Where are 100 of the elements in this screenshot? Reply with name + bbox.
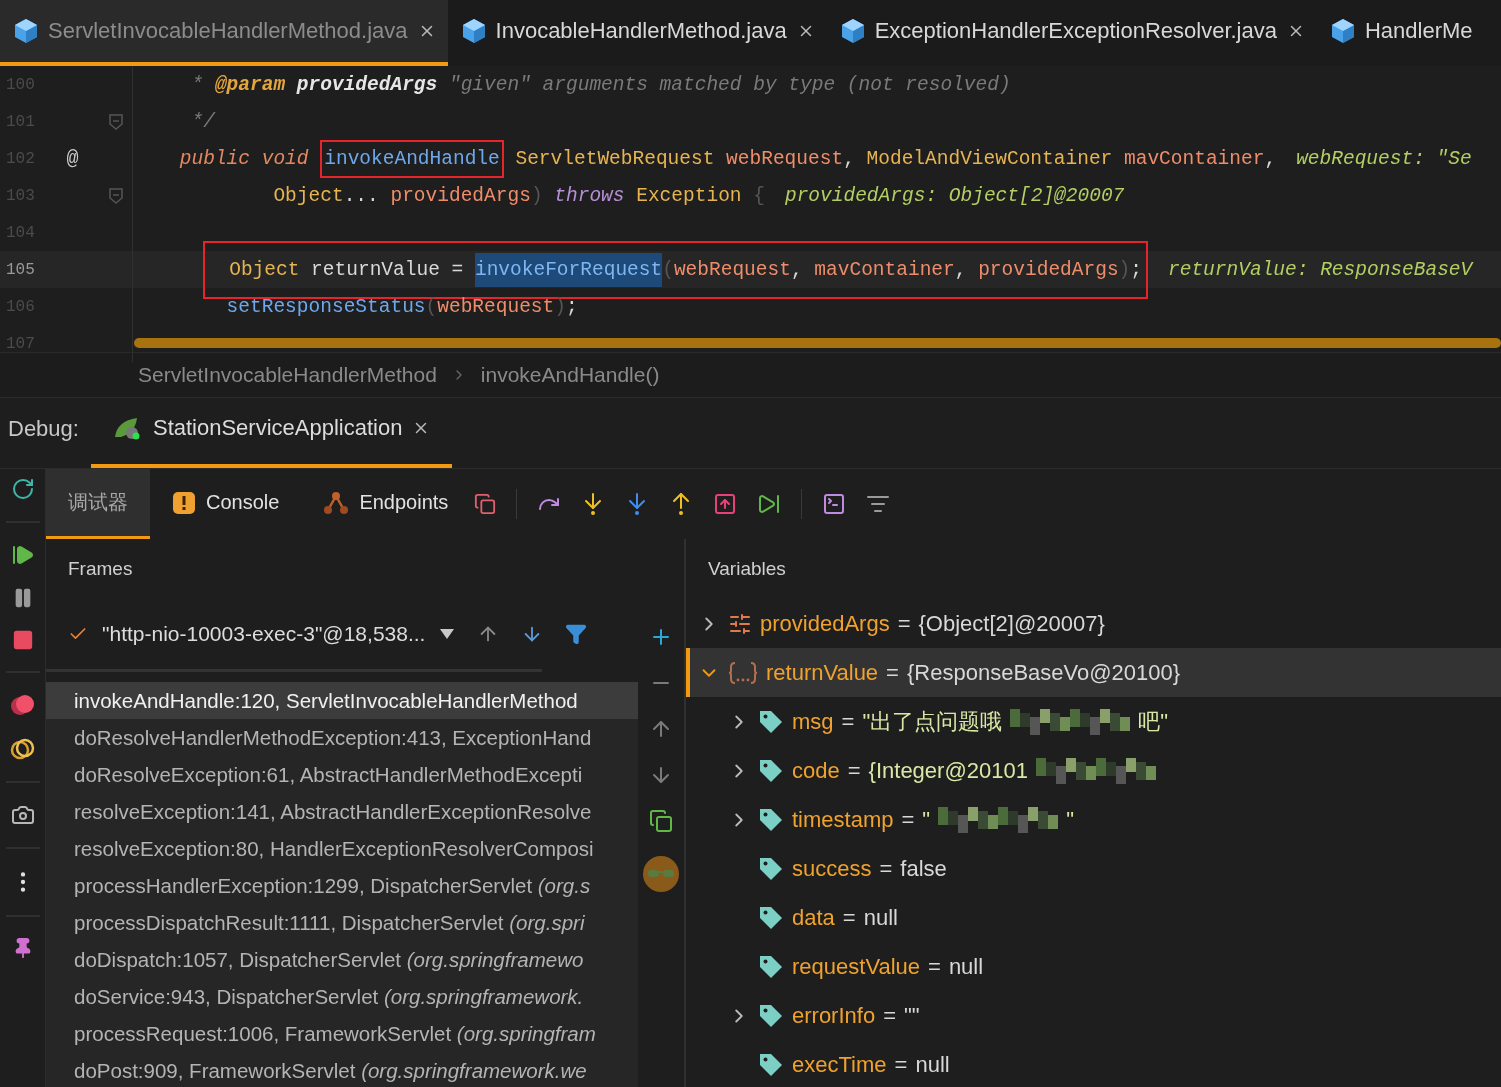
variable-value: 吧" — [1138, 707, 1169, 736]
stack-frame[interactable]: doService:943, DispatcherServlet (org.springframework. — [46, 978, 638, 1015]
variable-name: data — [792, 904, 835, 931]
variable-row[interactable]: code = {Integer@20101 — [686, 746, 1501, 795]
variable-row[interactable]: msg = "出了点问题哦 吧" — [686, 697, 1501, 746]
dropdown-icon[interactable] — [439, 628, 456, 640]
variable-value: " — [922, 806, 931, 833]
tag-icon — [758, 1002, 784, 1029]
equals-sign: = — [842, 904, 856, 931]
override-marker[interactable]: @ — [66, 147, 79, 170]
braces-icon — [728, 660, 758, 685]
variable-row[interactable]: requestValue = null — [686, 942, 1501, 991]
tool-tab[interactable]: Endpoints — [301, 469, 471, 539]
code-token: , — [1264, 147, 1277, 170]
tag-icon — [758, 806, 784, 833]
code-token: ; — [1130, 258, 1142, 281]
stack-frame[interactable]: doResolveException:61, AbstractHandlerMethodExcepti — [46, 756, 638, 793]
tool-tab-label: Console — [206, 491, 280, 514]
thread-selector[interactable]: "http-nio-10003-exec-3"@18,538... — [102, 622, 426, 646]
stack-frame[interactable]: doPost:909, FrameworkServlet (org.springframework.we — [46, 1052, 638, 1087]
code-token: ) — [1118, 258, 1131, 281]
equals-sign: = — [847, 757, 861, 784]
stack-frame[interactable]: invokeAndHandle:120, ServletInvocableHandlerMethod — [46, 682, 638, 719]
code-token: , — [843, 147, 856, 170]
variable-name: returnValue — [766, 659, 879, 686]
stack-frame[interactable]: resolveException:80, HandlerExceptionResolverComposi — [46, 830, 638, 867]
breadcrumb-item[interactable]: ServletInvocableHandlerMethod — [138, 363, 437, 387]
tag-icon — [758, 904, 784, 931]
variable-row[interactable]: errorInfo = "" — [686, 991, 1501, 1040]
code-token: * — [191, 73, 205, 96]
code-token: providedArgs — [390, 184, 531, 207]
layout-icon[interactable] — [474, 493, 497, 515]
camera-icon[interactable] — [10, 803, 35, 827]
code-token: ( — [662, 258, 674, 281]
variable-value: {Object[2]@20007} — [918, 610, 1105, 637]
stack-frame[interactable]: resolveException:141, AbstractHandlerExceptionResolve — [46, 793, 638, 830]
tag-icon — [758, 757, 784, 784]
resume-icon[interactable] — [10, 543, 35, 567]
stack-frame[interactable]: processRequest:1006, FrameworkServlet (org.springfram — [46, 1015, 638, 1052]
variable-value: null — [863, 904, 898, 931]
code-token: ( — [425, 295, 438, 318]
code-token: setResponseStatus — [226, 295, 426, 318]
rerun-icon[interactable] — [10, 477, 35, 501]
glasses-icon[interactable] — [642, 855, 680, 893]
variable-row[interactable]: success = false — [686, 844, 1501, 893]
variable-row[interactable]: timestamp = " " — [686, 795, 1501, 844]
code-token: ModelAndViewContainer — [866, 147, 1114, 170]
editor-tab[interactable]: HandlerMe — [1316, 0, 1485, 66]
equals-sign: = — [841, 708, 855, 735]
code-token: */ — [191, 110, 215, 133]
variable-name: msg — [792, 708, 834, 735]
equals-sign: = — [894, 1051, 908, 1078]
code-token: ServletWebRequest — [514, 147, 716, 170]
tool-tab[interactable]: Console — [150, 469, 302, 539]
filter-icon[interactable] — [565, 623, 588, 645]
stack-frame[interactable]: doResolveHandlerMethodException:413, ExceptionHand — [46, 719, 638, 756]
editor-tab[interactable]: InvocableHandlerMethod.java — [447, 0, 827, 66]
breakpoints-icon[interactable] — [9, 693, 36, 717]
drop-frame-icon[interactable] — [713, 492, 738, 516]
selected-code-token: invokeForRequest — [474, 252, 663, 287]
stack-frame[interactable]: doDispatch:1057, DispatcherServlet (org.springframewo — [46, 941, 638, 978]
variable-row[interactable]: data = null — [686, 893, 1501, 942]
editor-tab[interactable]: ExceptionHandlerExceptionResolver.java — [826, 0, 1317, 66]
variable-name: success — [792, 855, 872, 882]
copy-icon[interactable] — [649, 809, 673, 833]
pane-title: Frames — [67, 557, 134, 581]
tool-tab[interactable]: 调试器 — [46, 469, 150, 539]
code-token: ) — [554, 295, 566, 318]
nodes-icon — [323, 490, 350, 515]
variable-value: "" — [904, 1002, 920, 1029]
evaluate-icon[interactable] — [822, 492, 847, 516]
code-token: throws — [554, 184, 626, 207]
run-to-cursor-icon[interactable] — [757, 492, 782, 516]
variable-row[interactable]: returnValue = {ResponseBaseVo@20100} — [686, 648, 1501, 697]
java-file-icon — [14, 18, 38, 44]
stop-icon[interactable] — [11, 629, 34, 651]
sliders-icon — [728, 611, 752, 636]
tag-icon — [758, 953, 784, 980]
equals-sign: = — [897, 610, 911, 637]
stack-frame[interactable]: processDispatchResult:1111, DispatcherServlet (org.spri — [46, 904, 638, 941]
mute-breakpoints-icon[interactable] — [9, 737, 36, 761]
equals-sign: = — [879, 855, 893, 882]
equals-sign: = — [883, 1002, 896, 1029]
session-tab[interactable]: StationServiceApplication — [90, 412, 453, 468]
pane-title: Variables — [707, 557, 787, 581]
stack-frame[interactable]: processHandlerException:1299, DispatcherServlet (org.s — [46, 867, 638, 904]
variable-row[interactable]: providedArgs = {Object[2]@20007} — [686, 599, 1501, 648]
variable-value: null — [915, 1051, 950, 1078]
code-token: Object — [229, 258, 300, 281]
tab-label: InvocableHandlerMethod.java — [495, 18, 787, 44]
breadcrumb-item[interactable]: invokeAndHandle() — [480, 363, 660, 387]
code-token: , — [954, 258, 968, 281]
variable-row[interactable]: execTime = null — [686, 1040, 1501, 1087]
tag-icon — [758, 1051, 784, 1078]
code-token: mavContainer — [814, 258, 955, 281]
inline-value-hint: returnValue: ResponseBaseV — [1168, 258, 1473, 281]
session-label: StationServiceApplication — [152, 415, 403, 441]
variable-value: "出了点问题哦 — [862, 707, 1003, 736]
editor-tab[interactable]: ServletInvocableHandlerMethod.java — [0, 0, 448, 66]
scrollbar-thumb[interactable] — [134, 338, 1501, 348]
